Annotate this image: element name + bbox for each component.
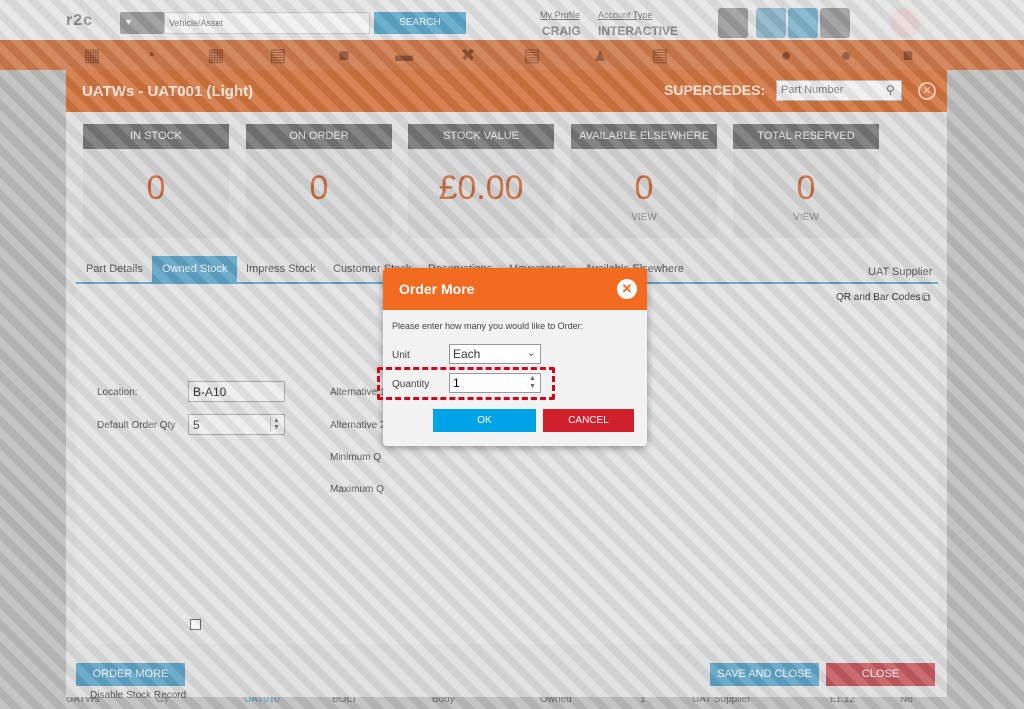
tab-impress-stock[interactable]: Impress Stock <box>246 256 316 282</box>
account-type-name: INTERACTIVE <box>598 24 679 38</box>
location-label: Location: <box>97 387 138 398</box>
save-and-close-button[interactable]: SAVE AND CLOSE <box>710 663 819 686</box>
stat-value: 0 <box>146 169 166 207</box>
stat-label: STOCK VALUE <box>408 124 554 149</box>
stat-value: £0.00 <box>438 169 524 207</box>
order-more-dialog: Order More ✕ Please enter how many you w… <box>383 268 647 446</box>
stat-total-reserved: TOTAL RESERVED 0 VIEW <box>733 124 879 238</box>
clipboard-icon[interactable]: ▤ <box>520 44 544 66</box>
chevron-down-icon: ⌄ <box>526 347 536 359</box>
view-link[interactable]: VIEW <box>571 212 717 223</box>
stat-value: 0 <box>309 169 329 207</box>
maximum-qty-label: Maximum Q <box>330 484 384 495</box>
dialog-message: Please enter how many you would like to … <box>392 321 584 331</box>
quantity-highlight-annotation <box>377 367 555 400</box>
spinner-arrows-icon[interactable]: ▲ ▼ <box>270 417 282 432</box>
fast-track-icon[interactable] <box>890 8 920 38</box>
dialog-title: Order More <box>399 281 475 297</box>
view-link[interactable]: VIEW <box>733 212 879 223</box>
dialog-close-icon[interactable]: ✕ <box>617 279 637 299</box>
location-input[interactable]: B-A10 <box>188 381 285 402</box>
supercedes-label: SUPERCEDES: <box>664 82 766 98</box>
warning-icon[interactable]: ▲ <box>588 44 612 66</box>
search-icon[interactable]: ⚲ <box>886 83 895 97</box>
dashboard-gauge-icon[interactable]: ◔ <box>138 44 162 66</box>
unit-label: Unit <box>392 350 410 361</box>
stat-value: 0 <box>796 169 816 207</box>
order-more-button[interactable]: ORDER MORE <box>76 663 185 686</box>
asset-type-dropdown[interactable]: ▼ <box>120 12 164 34</box>
toolbox-icon[interactable]: ■ <box>896 44 920 66</box>
tab-part-details[interactable]: Part Details <box>86 256 143 282</box>
app-logo: r2c <box>66 12 94 29</box>
graduation-cap-icon[interactable] <box>718 8 748 38</box>
folder-icon[interactable]: ■ <box>332 44 356 66</box>
profile-name: CRAIG <box>542 24 581 38</box>
modal-title: UATWs - UAT001 (Light) <box>82 83 254 100</box>
minimum-qty-label: Minimum Q <box>330 452 382 463</box>
vehicle-asset-search-input[interactable]: Vehicle/Asset <box>164 12 370 34</box>
external-link-icon[interactable]: ⧉ <box>922 290 931 305</box>
document-icon[interactable]: ▤ <box>648 44 672 66</box>
tab-owned-stock[interactable]: Owned Stock <box>152 256 238 282</box>
stat-label: TOTAL RESERVED <box>733 124 879 149</box>
modal-header: UATWs - UAT001 (Light) SUPERCEDES: Part … <box>66 70 947 112</box>
ok-button[interactable]: OK <box>433 409 536 432</box>
dialog-header: Order More ✕ <box>383 268 647 310</box>
cancel-button[interactable]: CANCEL <box>543 409 634 432</box>
unit-selected-value: Each <box>453 347 481 361</box>
stat-available-elsewhere: AVAILABLE ELSEWHERE 0 VIEW <box>571 124 717 238</box>
account-type-link[interactable]: Account Type <box>598 10 652 20</box>
mail-icon[interactable] <box>788 8 818 38</box>
logout-icon[interactable] <box>820 8 850 38</box>
stat-stock-value: STOCK VALUE £0.00 <box>408 124 554 238</box>
default-order-qty-label: Default Order Qty <box>97 420 176 431</box>
default-order-qty-value: 5 <box>193 418 200 432</box>
stat-label: ON ORDER <box>246 124 392 149</box>
grid-menu-icon[interactable]: ▦ <box>80 44 104 66</box>
close-button[interactable]: CLOSE <box>826 663 935 686</box>
disable-stock-checkbox[interactable] <box>190 619 201 630</box>
buildings-icon[interactable]: ▤ <box>266 44 290 66</box>
global-search-button[interactable]: SEARCH <box>374 12 466 34</box>
truck-icon[interactable]: ▬ <box>392 44 416 66</box>
modal-close-button[interactable]: ✕ <box>918 82 936 100</box>
inspect-icon[interactable]: ● <box>774 44 798 66</box>
stat-label: AVAILABLE ELSEWHERE <box>571 124 717 149</box>
qr-bar-codes-link[interactable]: QR and Bar Codes <box>836 292 921 303</box>
unit-select[interactable]: Each ⌄ <box>449 344 541 364</box>
calendar-icon[interactable]: ▦ <box>204 44 228 66</box>
stat-label: IN STOCK <box>83 124 229 149</box>
alternative-2-label: Alternative 2 <box>330 420 386 431</box>
tools-icon[interactable]: ✖ <box>456 44 480 66</box>
part-number-input[interactable]: Part Number <box>776 80 902 101</box>
app-top-bar: r2c ▼ Vehicle/Asset SEARCH My Profile CR… <box>0 0 1024 40</box>
help-badge-icon[interactable] <box>756 8 786 38</box>
supplier-name: UAT Supplier <box>868 266 933 278</box>
my-profile-link[interactable]: My Profile <box>540 10 580 20</box>
disable-stock-label: Disable Stock Record <box>90 690 187 701</box>
i21-icon[interactable]: ● <box>834 44 858 66</box>
default-order-qty-stepper[interactable]: 5 ▲ ▼ <box>188 414 285 435</box>
stat-value: 0 <box>634 169 654 207</box>
stat-in-stock: IN STOCK 0 <box>83 124 229 238</box>
stat-on-order: ON ORDER 0 <box>246 124 392 238</box>
